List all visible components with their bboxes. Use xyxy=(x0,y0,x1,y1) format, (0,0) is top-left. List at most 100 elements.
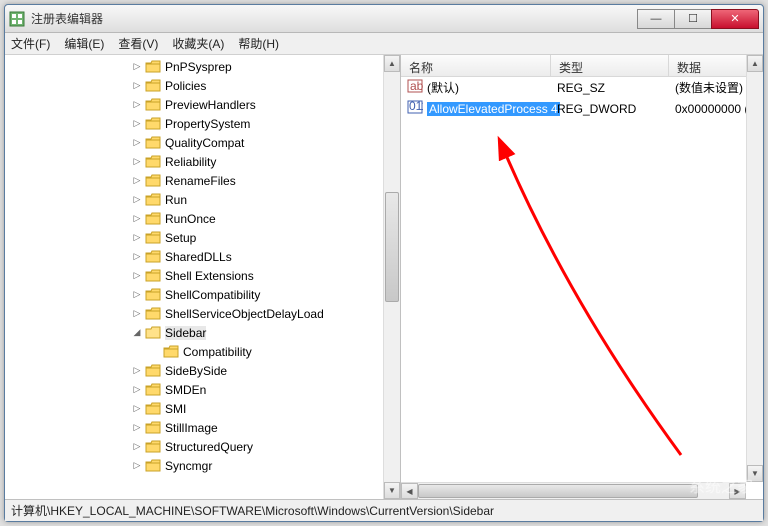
expander-icon[interactable]: ▷ xyxy=(131,441,143,452)
menu-favorites[interactable]: 收藏夹(A) xyxy=(172,35,224,52)
titlebar[interactable]: 注册表编辑器 — ☐ ✕ xyxy=(5,5,763,33)
scroll-up-button[interactable]: ▲ xyxy=(384,55,400,72)
watermark: 系统之家 xyxy=(689,473,753,497)
expander-icon[interactable]: ▷ xyxy=(131,194,143,205)
list-v-scrollbar[interactable]: ▲ ▼ xyxy=(746,77,763,482)
expander-icon[interactable]: ▷ xyxy=(131,422,143,433)
tree-item-label: SideBySide xyxy=(165,364,227,378)
tree-item[interactable]: ▷ StructuredQuery xyxy=(5,437,400,456)
header-name[interactable]: 名称 xyxy=(401,55,551,76)
scroll-thumb[interactable] xyxy=(385,192,399,302)
tree-item[interactable]: ▷PnPSysprep xyxy=(5,57,400,76)
window-buttons: — ☐ ✕ xyxy=(637,9,759,29)
app-icon xyxy=(9,11,25,27)
value-type: REG_DWORD xyxy=(551,102,669,116)
list-row[interactable]: ab(默认)REG_SZ(数值未设置) xyxy=(401,77,763,98)
tree-item-label: Policies xyxy=(165,79,206,93)
tree-item-label: Reliability xyxy=(165,155,216,169)
window-title: 注册表编辑器 xyxy=(31,10,637,27)
tree-item-label: SMI xyxy=(165,402,186,416)
tree-item[interactable]: Compatibility xyxy=(5,342,400,361)
tree-item-label: ShellServiceObjectDelayLoad xyxy=(165,307,324,321)
expander-icon[interactable]: ▷ xyxy=(131,61,143,72)
tree-item[interactable]: ▷ Reliability xyxy=(5,152,400,171)
svg-text:ab: ab xyxy=(410,79,423,93)
tree-item[interactable]: ▷ RenameFiles xyxy=(5,171,400,190)
tree-item-label: RunOnce xyxy=(165,212,216,226)
list-row[interactable]: 011AllowElevatedProcess 4REG_DWORD0x0000… xyxy=(401,98,763,119)
tree-item[interactable]: ▷ SMDEn xyxy=(5,380,400,399)
value-type: REG_SZ xyxy=(551,81,669,95)
tree-item[interactable]: ▷ Syncmgr xyxy=(5,456,400,475)
tree-scrollbar[interactable]: ▲ ▼ xyxy=(383,55,400,499)
tree-item-label: RenameFiles xyxy=(165,174,236,188)
expander-icon[interactable]: ▷ xyxy=(131,99,143,110)
expander-icon[interactable]: ▷ xyxy=(131,80,143,91)
tree-item[interactable]: ▷StillImage xyxy=(5,418,400,437)
status-path: 计算机\HKEY_LOCAL_MACHINE\SOFTWARE\Microsof… xyxy=(11,502,494,519)
menu-file[interactable]: 文件(F) xyxy=(11,35,50,52)
tree-item[interactable]: ▷ ShellServiceObjectDelayLoad xyxy=(5,304,400,323)
menu-view[interactable]: 查看(V) xyxy=(118,35,158,52)
tree-item[interactable]: ▷Shell Extensions xyxy=(5,266,400,285)
tree-item[interactable]: ◢ Sidebar xyxy=(5,323,400,342)
expander-icon[interactable]: ▷ xyxy=(131,289,143,300)
expander-icon[interactable]: ◢ xyxy=(131,327,143,338)
expander-icon[interactable]: ▷ xyxy=(131,308,143,319)
h-scroll-thumb[interactable] xyxy=(418,484,698,498)
expander-icon[interactable]: ▷ xyxy=(131,232,143,243)
tree-item-label: Compatibility xyxy=(183,345,252,359)
tree-item-label: Sidebar xyxy=(165,326,206,340)
tree-item[interactable]: ▷ RunOnce xyxy=(5,209,400,228)
h-scroll-track[interactable] xyxy=(418,483,729,499)
scroll-down-button[interactable]: ▼ xyxy=(384,482,400,499)
tree-item-label: PreviewHandlers xyxy=(165,98,256,112)
list-body[interactable]: ab(默认)REG_SZ(数值未设置)011AllowElevatedProce… xyxy=(401,77,763,499)
registry-tree[interactable]: ▷PnPSysprep▷Policies▷PreviewHandlers▷Pro… xyxy=(5,55,401,499)
tree-item[interactable]: ▷ Policies xyxy=(5,76,400,95)
tree-item[interactable]: ▷ QualityCompat xyxy=(5,133,400,152)
expander-icon[interactable]: ▷ xyxy=(131,460,143,471)
expander-icon[interactable]: ▷ xyxy=(131,213,143,224)
menu-edit[interactable]: 编辑(E) xyxy=(64,35,104,52)
expander-icon[interactable]: ▷ xyxy=(131,384,143,395)
tree-item[interactable]: ▷Setup xyxy=(5,228,400,247)
scroll-track[interactable] xyxy=(384,72,400,482)
menu-help[interactable]: 帮助(H) xyxy=(238,35,279,52)
tree-item[interactable]: ▷ Run xyxy=(5,190,400,209)
tree-item-label: PropertySystem xyxy=(165,117,250,131)
expander-icon[interactable]: ▷ xyxy=(131,156,143,167)
expander-icon[interactable]: ▷ xyxy=(131,137,143,148)
tree-item[interactable]: ▷ PropertySystem xyxy=(5,114,400,133)
tree-item-label: QualityCompat xyxy=(165,136,244,150)
client-area: ▷PnPSysprep▷Policies▷PreviewHandlers▷Pro… xyxy=(5,55,763,499)
expander-icon[interactable]: ▷ xyxy=(131,118,143,129)
expander-icon[interactable] xyxy=(149,347,161,357)
expander-icon[interactable]: ▷ xyxy=(131,365,143,376)
menubar: 文件(F) 编辑(E) 查看(V) 收藏夹(A) 帮助(H) xyxy=(5,33,763,55)
tree-item-label: Run xyxy=(165,193,187,207)
expander-icon[interactable]: ▷ xyxy=(131,175,143,186)
tree-item-label: StructuredQuery xyxy=(165,440,253,454)
tree-item[interactable]: ▷ SMI xyxy=(5,399,400,418)
value-name: AllowElevatedProcess 4 xyxy=(427,102,560,116)
tree-item[interactable]: ▷ SideBySide xyxy=(5,361,400,380)
expander-icon[interactable]: ▷ xyxy=(131,251,143,262)
scroll-left-button[interactable]: ◀ xyxy=(401,483,418,499)
tree-item[interactable]: ▷ShellCompatibility xyxy=(5,285,400,304)
header-type[interactable]: 类型 xyxy=(551,55,669,76)
tree-item-label: Syncmgr xyxy=(165,459,212,473)
tree-item-label: SMDEn xyxy=(165,383,206,397)
close-button[interactable]: ✕ xyxy=(711,9,759,29)
expander-icon[interactable]: ▷ xyxy=(131,403,143,414)
tree-item[interactable]: ▷SharedDLLs xyxy=(5,247,400,266)
maximize-button[interactable]: ☐ xyxy=(674,9,712,29)
regedit-window: 注册表编辑器 — ☐ ✕ 文件(F) 编辑(E) 查看(V) 收藏夹(A) 帮助… xyxy=(4,4,764,522)
expander-icon[interactable]: ▷ xyxy=(131,270,143,281)
tree-item[interactable]: ▷ PreviewHandlers xyxy=(5,95,400,114)
list-v-track[interactable] xyxy=(747,77,763,465)
minimize-button[interactable]: — xyxy=(637,9,675,29)
svg-text:011: 011 xyxy=(409,99,423,113)
value-name: (默认) xyxy=(427,79,459,96)
list-header[interactable]: 名称 类型 数据 xyxy=(401,55,763,77)
